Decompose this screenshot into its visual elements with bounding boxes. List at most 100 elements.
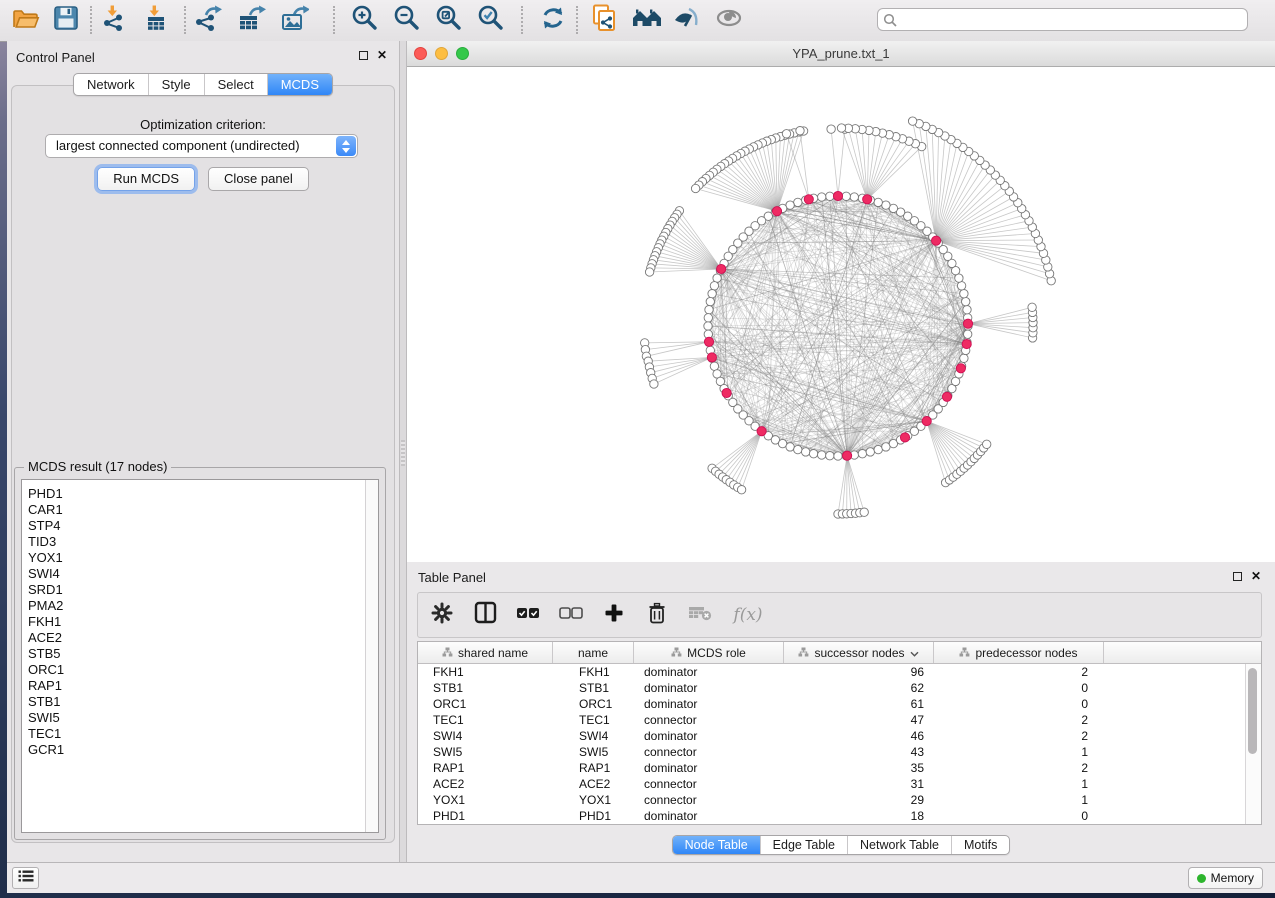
graph-node[interactable]	[818, 451, 826, 459]
table-row[interactable]: SWI4SWI4dominator462	[418, 728, 1261, 744]
graph-node[interactable]	[826, 452, 834, 460]
mcds-result-item[interactable]: TEC1	[22, 726, 364, 742]
table-cell[interactable]: dominator	[634, 809, 784, 823]
zoom-selected-button[interactable]	[472, 3, 508, 37]
graph-node[interactable]	[850, 193, 858, 201]
search-input[interactable]	[902, 10, 1246, 31]
vertical-splitter[interactable]	[399, 41, 407, 862]
table-row[interactable]: RAP1RAP1dominator352	[418, 760, 1261, 776]
graph-node[interactable]	[786, 443, 794, 451]
graph-node[interactable]	[983, 440, 991, 448]
mcds-result-item[interactable]: CAR1	[22, 502, 364, 518]
table-row[interactable]: YOX1YOX1connector291	[418, 792, 1261, 808]
selected-graph-node[interactable]	[833, 191, 842, 200]
tab-edge-table[interactable]: Edge Table	[760, 836, 847, 854]
optimization-criterion-select[interactable]: largest connected component (undirected)	[45, 134, 358, 158]
graph-node[interactable]	[908, 117, 916, 125]
table-cell[interactable]: PHD1	[553, 809, 634, 823]
table-cell[interactable]: PHD1	[418, 809, 553, 823]
export-network-button[interactable]	[190, 3, 226, 37]
table-cell[interactable]: dominator	[634, 729, 784, 743]
tab-network-table[interactable]: Network Table	[847, 836, 951, 854]
float-panel-icon[interactable]	[1233, 572, 1242, 581]
selected-graph-node[interactable]	[804, 195, 813, 204]
refresh-button[interactable]	[535, 3, 571, 37]
table-cell[interactable]: 2	[934, 665, 1104, 679]
mcds-result-item[interactable]: SRD1	[22, 582, 364, 598]
table-scrollbar[interactable]	[1245, 664, 1261, 824]
graph-node[interactable]	[691, 184, 699, 192]
selected-graph-node[interactable]	[932, 236, 941, 245]
table-cell[interactable]: 1	[934, 745, 1104, 759]
selected-graph-node[interactable]	[704, 337, 713, 346]
graph-node[interactable]	[710, 282, 718, 290]
table-row[interactable]: ACE2ACE2connector311	[418, 776, 1261, 792]
tab-network[interactable]: Network	[74, 74, 148, 95]
table-cell[interactable]: 1	[934, 793, 1104, 807]
table-row[interactable]: TEC1TEC1connector472	[418, 712, 1261, 728]
graph-node[interactable]	[704, 322, 712, 330]
graph-node[interactable]	[737, 486, 745, 494]
table-cell[interactable]: 0	[934, 809, 1104, 823]
table-cell[interactable]: STB1	[553, 681, 634, 695]
selected-graph-node[interactable]	[707, 353, 716, 362]
graph-node[interactable]	[962, 297, 970, 305]
table-cell[interactable]: 61	[784, 697, 934, 711]
graph-node[interactable]	[874, 198, 882, 206]
table-cell[interactable]: 46	[784, 729, 934, 743]
mcds-result-item[interactable]: ACE2	[22, 630, 364, 646]
graph-node[interactable]	[705, 306, 713, 314]
close-panel-icon[interactable]: ✕	[1251, 570, 1261, 582]
graph-node[interactable]	[809, 450, 817, 458]
table-cell[interactable]: 35	[784, 761, 934, 775]
table-cell[interactable]: 1	[934, 777, 1104, 791]
table-cell[interactable]: dominator	[634, 681, 784, 695]
table-row[interactable]: ORC1ORC1dominator610	[418, 696, 1261, 712]
scrollbar-thumb[interactable]	[1248, 668, 1257, 754]
selected-graph-node[interactable]	[963, 319, 972, 328]
mcds-list-scrollbar[interactable]	[365, 480, 378, 832]
open-session-button[interactable]	[8, 3, 44, 37]
delete-column-button[interactable]	[645, 602, 669, 628]
zoom-in-button[interactable]	[346, 3, 382, 37]
hide-graphics-details-button[interactable]	[669, 3, 705, 37]
close-panel-icon[interactable]: ✕	[377, 49, 387, 61]
table-cell[interactable]: 2	[934, 761, 1104, 775]
mcds-result-item[interactable]: FKH1	[22, 614, 364, 630]
selected-graph-node[interactable]	[772, 207, 781, 216]
export-table-button[interactable]	[233, 3, 269, 37]
float-panel-icon[interactable]	[359, 51, 368, 60]
column-header-predecessor-nodes[interactable]: predecessor nodes	[934, 642, 1104, 663]
table-cell[interactable]: 47	[784, 713, 934, 727]
selected-graph-node[interactable]	[863, 195, 872, 204]
table-cell[interactable]: 18	[784, 809, 934, 823]
table-cell[interactable]: dominator	[634, 665, 784, 679]
column-header-name[interactable]: name	[553, 642, 634, 663]
selected-graph-node[interactable]	[722, 388, 731, 397]
table-cell[interactable]: RAP1	[553, 761, 634, 775]
table-cell[interactable]: 0	[934, 681, 1104, 695]
graph-node[interactable]	[796, 127, 804, 135]
table-cell[interactable]: dominator	[634, 761, 784, 775]
table-cell[interactable]: ACE2	[553, 777, 634, 791]
table-cell[interactable]: RAP1	[418, 761, 553, 775]
graph-node[interactable]	[794, 445, 802, 453]
table-settings-button[interactable]	[430, 602, 454, 628]
table-cell[interactable]: 31	[784, 777, 934, 791]
selected-graph-node[interactable]	[922, 417, 931, 426]
mcds-result-item[interactable]: PHD1	[22, 486, 364, 502]
close-panel-button[interactable]: Close panel	[208, 167, 309, 191]
table-cell[interactable]: SWI5	[553, 745, 634, 759]
mcds-result-item[interactable]: RAP1	[22, 678, 364, 694]
table-cell[interactable]: YOX1	[418, 793, 553, 807]
table-cell[interactable]: ORC1	[418, 697, 553, 711]
mcds-result-item[interactable]: GCR1	[22, 742, 364, 758]
graph-node[interactable]	[842, 192, 850, 200]
export-image-button[interactable]	[276, 3, 312, 37]
graph-node[interactable]	[708, 290, 716, 298]
table-cell[interactable]: 2	[934, 729, 1104, 743]
mcds-result-item[interactable]: SWI5	[22, 710, 364, 726]
table-cell[interactable]: 0	[934, 697, 1104, 711]
mcds-result-item[interactable]: STB5	[22, 646, 364, 662]
show-columns-button[interactable]	[473, 602, 497, 628]
